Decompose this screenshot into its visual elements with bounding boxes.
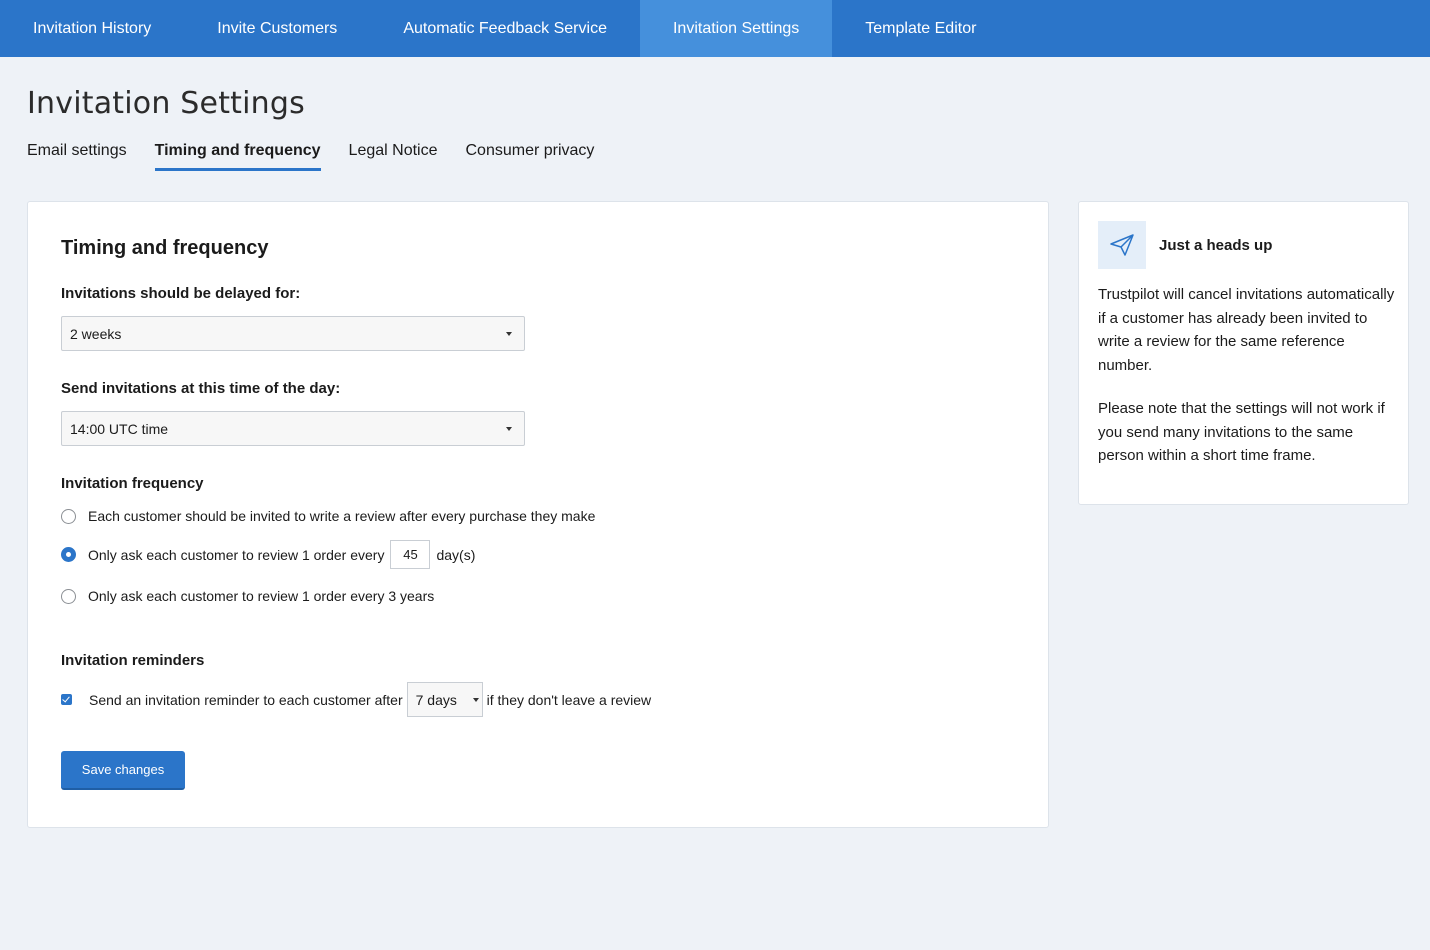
timing-frequency-card: Timing and frequency Invitations should … bbox=[27, 201, 1049, 828]
days-input[interactable]: 45 bbox=[390, 540, 431, 569]
caret-down-icon bbox=[506, 427, 512, 431]
tab-legal-notice[interactable]: Legal Notice bbox=[349, 142, 438, 171]
nav-item-invitation-settings[interactable]: Invitation Settings bbox=[639, 0, 833, 57]
frequency-option-label: Only ask each customer to review 1 order… bbox=[88, 546, 385, 563]
settings-tabs: Email settings Timing and frequency Lega… bbox=[27, 142, 622, 171]
reminder-days-value: 7 days bbox=[415, 691, 457, 708]
reminder-label-after: if they don't leave a review bbox=[486, 691, 652, 708]
tab-consumer-privacy[interactable]: Consumer privacy bbox=[466, 142, 595, 171]
heads-up-title: Just a heads up bbox=[1159, 237, 1273, 254]
nav-item-template-editor[interactable]: Template Editor bbox=[832, 0, 1009, 57]
reminder-checkbox[interactable] bbox=[61, 694, 72, 705]
tab-email-settings[interactable]: Email settings bbox=[27, 142, 127, 171]
heads-up-paragraph-1: Trustpilot will cancel invitations autom… bbox=[1098, 286, 1395, 374]
heads-up-paragraph-2: Please note that the settings will not w… bbox=[1098, 400, 1385, 464]
delay-select-value: 2 weeks bbox=[70, 325, 122, 342]
frequency-label: Invitation frequency bbox=[61, 475, 204, 492]
send-time-select[interactable]: 14:00 UTC time bbox=[61, 411, 525, 446]
radio-button[interactable] bbox=[61, 508, 76, 524]
send-time-select-value: 14:00 UTC time bbox=[70, 420, 169, 437]
reminder-days-select[interactable]: 7 days bbox=[406, 682, 483, 717]
frequency-option-every-purchase[interactable]: Each customer should be invited to write… bbox=[61, 508, 595, 524]
reminders-label: Invitation reminders bbox=[61, 652, 205, 669]
caret-down-icon bbox=[472, 698, 479, 702]
paper-plane-icon bbox=[1098, 221, 1146, 269]
nav-item-invite-customers[interactable]: Invite Customers bbox=[184, 0, 370, 57]
frequency-option-every-3-years[interactable]: Only ask each customer to review 1 order… bbox=[61, 588, 434, 604]
top-navigation: Invitation History Invite Customers Auto… bbox=[0, 0, 1430, 57]
days-unit-label: day(s) bbox=[436, 546, 476, 563]
save-changes-button[interactable]: Save changes bbox=[61, 751, 185, 790]
nav-item-automatic-feedback-service[interactable]: Automatic Feedback Service bbox=[370, 0, 640, 57]
heads-up-card: Just a heads up Trustpilot will cancel i… bbox=[1078, 201, 1409, 505]
frequency-option-label: Each customer should be invited to write… bbox=[88, 508, 596, 524]
frequency-option-every-n-days[interactable]: Only ask each customer to review 1 order… bbox=[61, 540, 475, 569]
tab-timing-and-frequency[interactable]: Timing and frequency bbox=[154, 142, 321, 171]
send-time-label: Send invitations at this time of the day… bbox=[61, 380, 341, 397]
reminder-label-before: Send an invitation reminder to each cust… bbox=[89, 691, 403, 708]
caret-down-icon bbox=[506, 332, 512, 336]
radio-button[interactable] bbox=[61, 588, 76, 604]
card-title: Timing and frequency bbox=[61, 237, 269, 259]
delay-select[interactable]: 2 weeks bbox=[61, 316, 525, 351]
frequency-option-label: Only ask each customer to review 1 order… bbox=[88, 588, 435, 604]
reminder-row: Send an invitation reminder to each cust… bbox=[61, 682, 651, 717]
nav-item-invitation-history[interactable]: Invitation History bbox=[0, 0, 184, 57]
delay-label: Invitations should be delayed for: bbox=[61, 285, 301, 302]
radio-button-selected[interactable] bbox=[61, 547, 76, 562]
page-title: Invitation Settings bbox=[27, 86, 305, 121]
